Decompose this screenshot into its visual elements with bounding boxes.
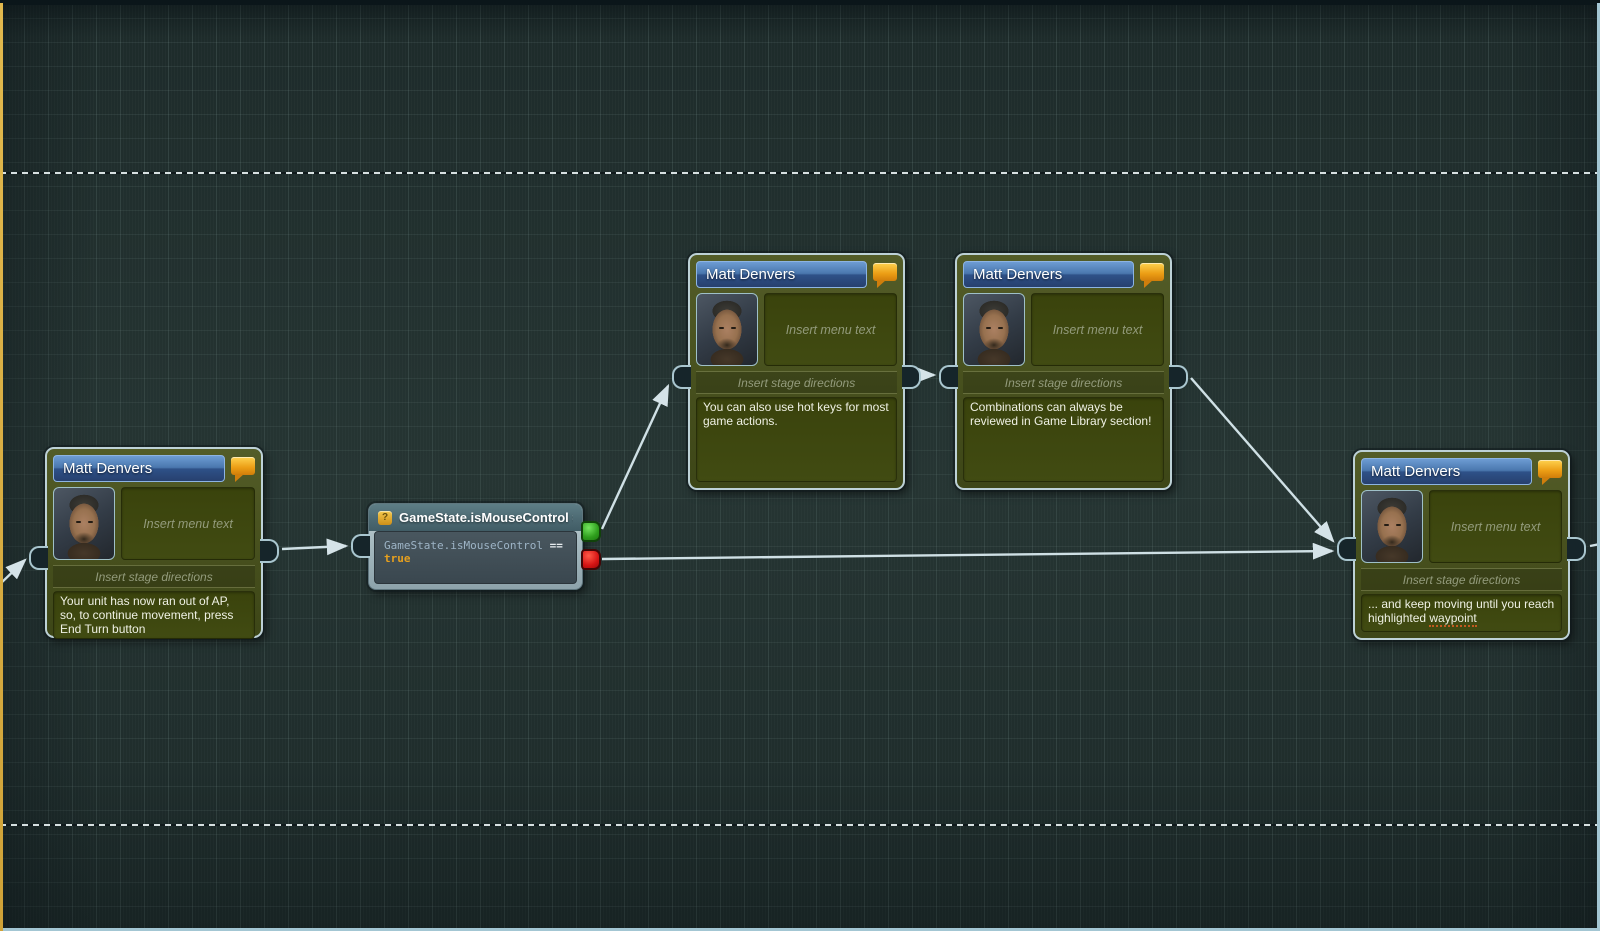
- character-portrait[interactable]: [1361, 490, 1423, 563]
- expression-lhs: GameState.isMouseControl: [384, 539, 543, 552]
- node-title-bar[interactable]: Matt Denvers: [1361, 458, 1532, 485]
- stage-directions-field[interactable]: Insert stage directions: [696, 371, 897, 394]
- output-pin[interactable]: [260, 539, 279, 563]
- speech-bubble-icon[interactable]: [231, 457, 255, 482]
- stage-directions-placeholder: Insert stage directions: [95, 570, 213, 584]
- output-pin[interactable]: [1567, 537, 1586, 561]
- output-pin[interactable]: [902, 365, 921, 389]
- dialogue-text-field[interactable]: Combinations can always be reviewed in G…: [963, 397, 1164, 482]
- dialogue-text-field[interactable]: Your unit has now ran out of AP, so, to …: [53, 591, 255, 639]
- menu-text-placeholder: Insert menu text: [785, 322, 876, 337]
- dialogue-text: Combinations can always be reviewed in G…: [970, 400, 1152, 428]
- speaker-name: Matt Denvers: [706, 266, 796, 283]
- condition-title-bar[interactable]: ? GameState.isMouseControl ==…: [369, 504, 582, 531]
- dialogue-text: Your unit has now ran out of AP, so, to …: [60, 594, 234, 636]
- input-pin[interactable]: [351, 534, 370, 558]
- stage-directions-placeholder: Insert stage directions: [1402, 573, 1521, 587]
- character-portrait[interactable]: [53, 487, 115, 560]
- output-pin-false[interactable]: [581, 549, 601, 570]
- misspelled-word: waypoint: [1429, 611, 1477, 627]
- input-pin[interactable]: [1337, 537, 1356, 561]
- dialogue-text: You can also use hot keys for most game …: [703, 400, 889, 428]
- input-pin[interactable]: [939, 365, 958, 389]
- node-title-bar[interactable]: Matt Denvers: [696, 261, 867, 288]
- speaker-name: Matt Denvers: [63, 460, 153, 477]
- connection-arrow[interactable]: [0, 558, 27, 585]
- connection-arrow-true[interactable]: [600, 383, 670, 530]
- dialogue-text-field[interactable]: ... and keep moving until you reach high…: [1361, 594, 1562, 632]
- connection-arrow[interactable]: [1190, 377, 1335, 543]
- dialogue-node[interactable]: Matt Denvers Insert menu text Insert sta…: [1337, 450, 1586, 640]
- speech-bubble-icon[interactable]: [1538, 460, 1562, 485]
- dialogue-node[interactable]: Matt Denvers Insert menu text Insert sta…: [939, 253, 1188, 490]
- menu-text-field[interactable]: Insert menu text: [1031, 293, 1164, 366]
- stage-directions-field[interactable]: Insert stage directions: [963, 371, 1164, 394]
- speech-bubble-icon[interactable]: [873, 263, 897, 288]
- input-pin[interactable]: [29, 546, 48, 570]
- stage-directions-field[interactable]: Insert stage directions: [1361, 568, 1562, 591]
- dialogue-text-field[interactable]: You can also use hot keys for most game …: [696, 397, 897, 482]
- stage-directions-field[interactable]: Insert stage directions: [53, 565, 255, 588]
- menu-text-placeholder: Insert menu text: [1450, 519, 1541, 534]
- condition-node[interactable]: ? GameState.isMouseControl ==… GameState…: [351, 503, 601, 590]
- stage-directions-placeholder: Insert stage directions: [737, 376, 856, 390]
- dialogue-node[interactable]: Matt Denvers Insert menu text Insert sta…: [29, 447, 279, 639]
- dialogue-node[interactable]: Matt Denvers Insert menu text Insert sta…: [672, 253, 921, 490]
- condition-title: GameState.isMouseControl ==…: [399, 510, 573, 525]
- condition-expression-field[interactable]: GameState.isMouseControl == true: [374, 531, 577, 584]
- connection-arrow-false[interactable]: [601, 542, 1335, 561]
- menu-text-field[interactable]: Insert menu text: [1429, 490, 1562, 563]
- node-title-bar[interactable]: Matt Denvers: [53, 455, 225, 482]
- node-title-bar[interactable]: Matt Denvers: [963, 261, 1134, 288]
- window-edge-top: [0, 0, 1600, 5]
- menu-text-field[interactable]: Insert menu text: [764, 293, 897, 366]
- menu-text-field[interactable]: Insert menu text: [121, 487, 255, 560]
- input-pin[interactable]: [672, 365, 691, 389]
- menu-text-placeholder: Insert menu text: [143, 516, 233, 531]
- speaker-name: Matt Denvers: [973, 266, 1063, 283]
- output-pin[interactable]: [1169, 365, 1188, 389]
- expression-operator: ==: [549, 539, 563, 552]
- window-edge-left: [0, 3, 3, 931]
- stage-directions-placeholder: Insert stage directions: [1004, 376, 1123, 390]
- speaker-name: Matt Denvers: [1371, 463, 1461, 480]
- character-portrait[interactable]: [963, 293, 1025, 366]
- connection-arrow[interactable]: [281, 538, 349, 556]
- expression-rhs: true: [384, 552, 411, 565]
- speech-bubble-icon[interactable]: [1140, 263, 1164, 288]
- menu-text-placeholder: Insert menu text: [1052, 322, 1143, 337]
- character-portrait[interactable]: [696, 293, 758, 366]
- condition-icon: ?: [378, 510, 392, 525]
- output-pin-true[interactable]: [581, 521, 601, 542]
